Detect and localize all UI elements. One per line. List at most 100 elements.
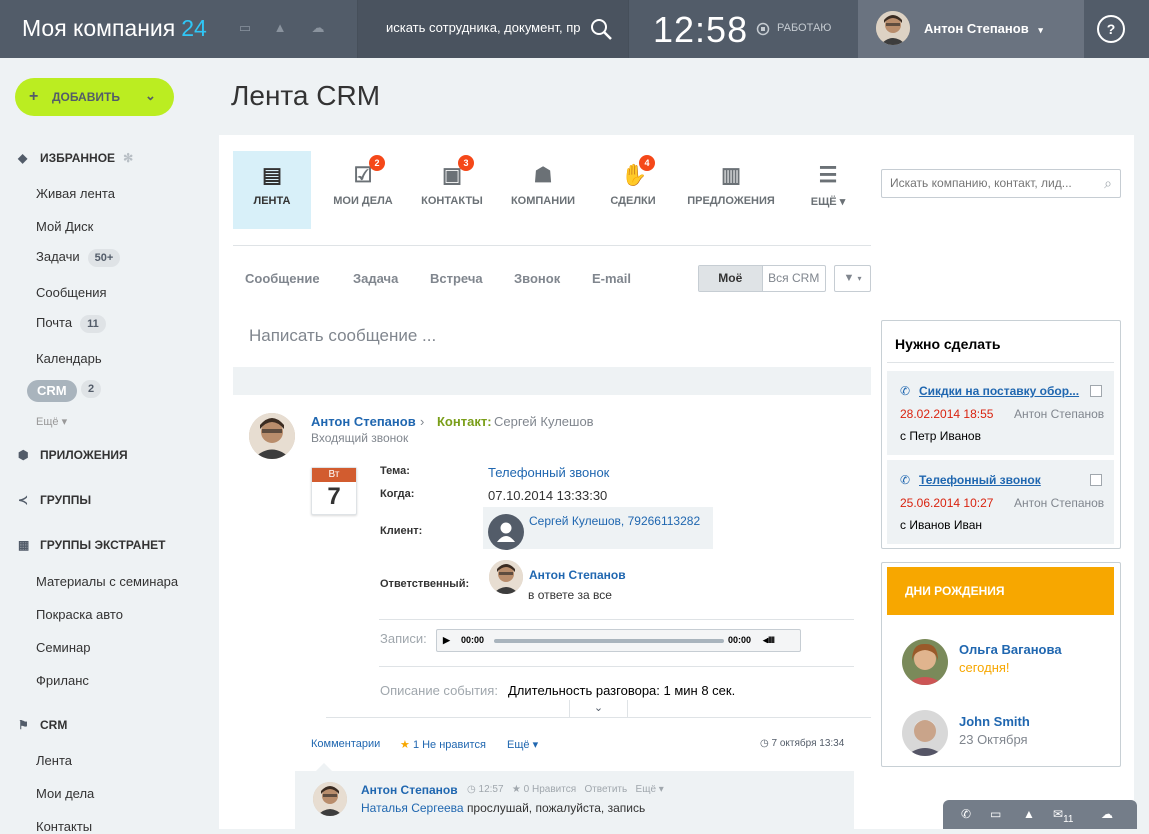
star-icon: ★ (511, 784, 521, 795)
user-avatar[interactable] (876, 11, 910, 45)
event-author-avatar[interactable] (249, 413, 295, 459)
sidebar-item-crm[interactable]: CRM (27, 380, 77, 402)
gear-icon[interactable]: ✻ (123, 151, 133, 165)
tab-my-activities[interactable]: ☑ 2 МОИ ДЕЛА (323, 151, 403, 229)
divider (233, 245, 871, 246)
chat-icon[interactable]: ▭ (237, 20, 253, 36)
birthday-avatar[interactable] (902, 710, 948, 756)
sidebar-item-my-drive[interactable]: Мой Диск (36, 219, 93, 234)
responsible-note: в ответе за все (528, 588, 612, 602)
event-author[interactable]: Антон Степанов (311, 414, 416, 429)
sidebar-item-mail[interactable]: Почта 11 (36, 315, 106, 333)
add-button[interactable]: + ДОБАВИТЬ ⌄ (15, 78, 174, 116)
bell-icon[interactable]: ▲ (272, 20, 288, 36)
tab-call[interactable]: Звонок (514, 271, 560, 286)
like-link[interactable]: ★ 1 Не нравится (400, 738, 486, 751)
tab-meeting[interactable]: Встреча (430, 271, 483, 286)
sidebar-item-live-feed[interactable]: Живая лента (36, 186, 115, 201)
tab-email[interactable]: E-mail (592, 271, 631, 286)
audio-player[interactable]: ▶ 00:00 00:00 ◂ıllll (436, 629, 801, 652)
tab-feed[interactable]: ▤ ЛЕНТА (233, 151, 311, 229)
todo-item-title[interactable]: Сикдки на поставку обор... (919, 384, 1079, 398)
event-contact[interactable]: Сергей Кулешов (494, 414, 594, 429)
more-link[interactable]: Ещё ▾ (507, 738, 538, 751)
subject-label: Тема: (380, 465, 410, 477)
client-avatar[interactable] (488, 514, 524, 550)
todo-checkbox[interactable] (1090, 474, 1102, 486)
comment-reply[interactable]: Ответить (584, 784, 627, 795)
sidebar-crm-section[interactable]: ⚑ CRM (18, 718, 67, 732)
player-time-start: 00:00 (461, 635, 485, 645)
sidebar-more[interactable]: Ещё ▾ (36, 415, 67, 428)
bell-icon[interactable]: ▲ (1023, 807, 1035, 821)
compose-message[interactable]: Написать сообщение ... (249, 326, 436, 346)
sidebar-item-crm-feed[interactable]: Лента (36, 753, 72, 768)
birthday-name[interactable]: Ольга Ваганова (959, 642, 1062, 657)
event-subject[interactable]: Телефонный звонок (488, 465, 609, 480)
sidebar-item-crm-contacts[interactable]: Контакты (36, 819, 92, 834)
tab-more[interactable]: ☰ ЕЩЁ ▾ (795, 151, 861, 229)
filter-button[interactable]: ▼ ▾ (834, 265, 871, 292)
expand-button[interactable]: ⌄ (569, 700, 628, 718)
mail-badge: 11 (80, 315, 106, 333)
company-logo[interactable]: Моя компания 24 (22, 15, 207, 42)
scope-mine[interactable]: Моё (699, 266, 763, 291)
search-icon[interactable] (589, 17, 613, 41)
tab-deals[interactable]: ✋ 4 СДЕЛКИ (593, 151, 673, 229)
todo-checkbox[interactable] (1090, 385, 1102, 397)
sidebar-item-calendar[interactable]: Календарь (36, 351, 102, 366)
sidebar-extranet[interactable]: ▦ ГРУППЫ ЭКСТРАНЕТ (18, 538, 165, 552)
user-name[interactable]: Антон Степанов ▾ (924, 21, 1043, 36)
birthday-name[interactable]: John Smith (959, 714, 1030, 729)
comment-avatar[interactable] (313, 782, 347, 816)
event-client[interactable]: Сергей Кулешов, 79266113282 (529, 514, 700, 528)
sidebar-item-extranet-4[interactable]: Фриланс (36, 673, 89, 688)
comment-mention[interactable]: Наталья Сергеева (361, 801, 464, 815)
sidebar-item-messages[interactable]: Сообщения (36, 285, 107, 300)
tab-task[interactable]: Задача (353, 271, 398, 286)
comment-author[interactable]: Антон Степанов (361, 783, 458, 797)
cloud-icon[interactable]: ☁ (310, 20, 326, 36)
responsible-avatar[interactable] (489, 560, 523, 594)
volume-icon[interactable]: ◂ıllll (763, 635, 775, 646)
birthdays-title: ДНИ РОЖДЕНИЯ (887, 567, 1114, 615)
scope-all[interactable]: Вся CRM (763, 266, 826, 291)
comments-link[interactable]: Комментарии (311, 738, 380, 750)
todo-item-title[interactable]: Телефонный звонок (919, 473, 1041, 487)
sidebar-item-tasks[interactable]: Задачи 50+ (36, 249, 121, 267)
crm-search-input[interactable] (890, 176, 1090, 190)
tab-proposals[interactable]: ▥ ПРЕДЛОЖЕНИЯ (684, 151, 778, 229)
work-status[interactable]: РАБОТАЮ (777, 22, 831, 34)
global-search-input[interactable]: искать сотрудника, документ, пр (386, 20, 580, 35)
crm-search[interactable]: ⌕ (881, 169, 1121, 198)
stop-work-icon[interactable] (756, 22, 770, 36)
tab-contacts[interactable]: ▣ 3 КОНТАКТЫ (412, 151, 492, 229)
responsible-name[interactable]: Антон Степанов (529, 568, 626, 582)
sidebar-item-crm-activities[interactable]: Мои дела (36, 786, 94, 801)
seek-bar[interactable] (494, 639, 724, 643)
help-button[interactable]: ? (1097, 15, 1125, 43)
list-icon: ☰ (818, 164, 838, 187)
search-icon[interactable]: ⌕ (1104, 175, 1112, 192)
comment-like[interactable]: 0 Нравится (524, 784, 576, 795)
birthday-avatar[interactable] (902, 639, 948, 685)
play-icon[interactable]: ▶ (443, 635, 450, 646)
sidebar-item-extranet-3[interactable]: Семинар (36, 640, 90, 655)
clock[interactable]: 12:58 (653, 9, 748, 51)
event-type: Входящий звонок (311, 431, 409, 445)
cloud-icon[interactable]: ☁ (1101, 807, 1113, 821)
sidebar-item-extranet-1[interactable]: Материалы с семинара (36, 574, 178, 589)
chat-icon[interactable]: ▭ (990, 807, 1001, 821)
sidebar-item-extranet-2[interactable]: Покраска авто (36, 607, 123, 622)
sidebar-favorites[interactable]: ◆ ИЗБРАННОЕ ✻ (18, 151, 133, 165)
divider (379, 666, 854, 667)
tab-companies[interactable]: ☗ КОМПАНИИ (503, 151, 583, 229)
tasks-badge: 50+ (87, 249, 121, 267)
phone-icon[interactable]: ✆ (961, 807, 971, 821)
mail-icon[interactable]: ✉ 11 (1053, 807, 1073, 825)
sidebar-groups[interactable]: ≺ ГРУППЫ (18, 493, 91, 507)
tab-message[interactable]: Сообщение (245, 271, 320, 286)
comment-more[interactable]: Ещё ▾ (636, 784, 664, 795)
chevron-down-icon: ▾ (857, 274, 862, 283)
sidebar-apps[interactable]: ⬢ ПРИЛОЖЕНИЯ (18, 448, 128, 462)
